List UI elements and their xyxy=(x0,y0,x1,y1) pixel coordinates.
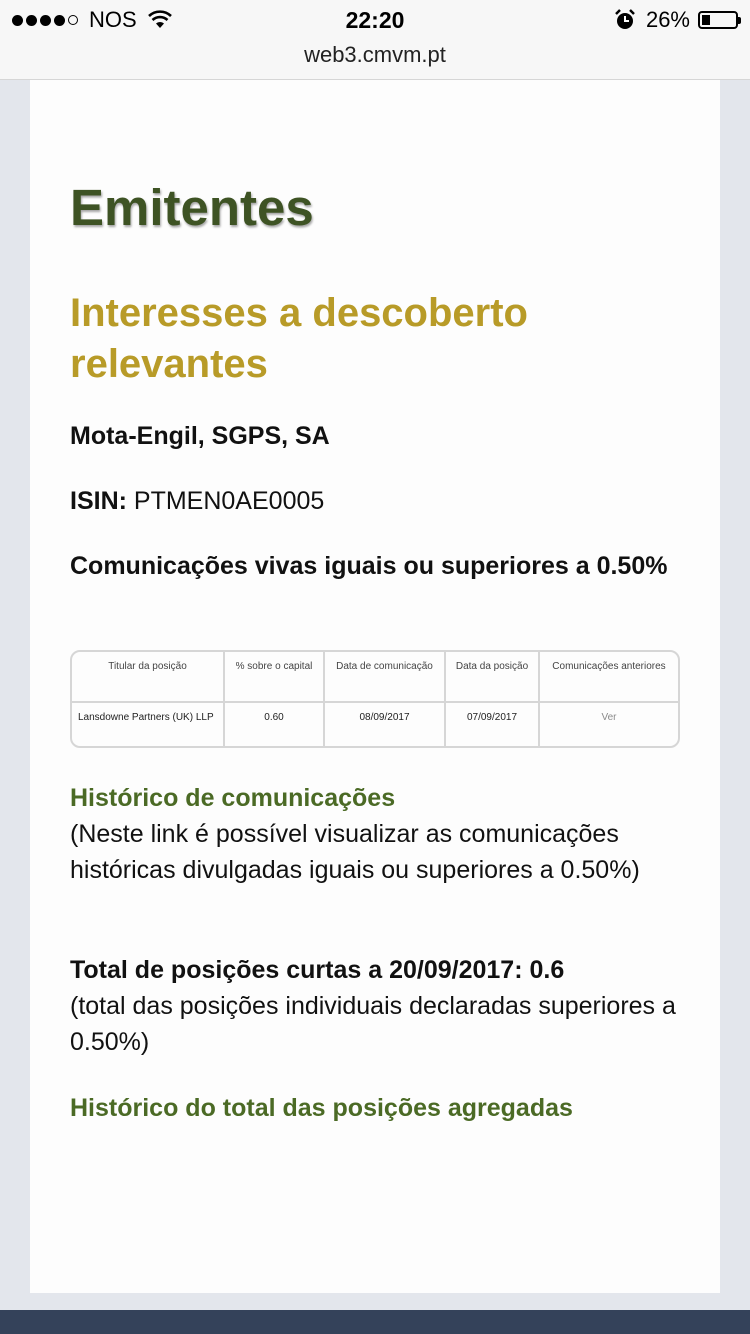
section-title: Emitentes xyxy=(70,179,314,236)
communications-title: Comunicações vivas iguais ou superiores … xyxy=(70,552,668,580)
view-previous-link[interactable]: Ver xyxy=(539,702,678,746)
total-label: Total de posições curtas a 20/09/2017: 0… xyxy=(70,956,565,984)
aggregate-history-link[interactable]: Histórico do total das posições agregada… xyxy=(70,1090,573,1126)
cell-position-date: 07/09/2017 xyxy=(445,702,540,746)
column-header-previous: Comunicações anteriores xyxy=(539,652,678,703)
isin-value: PTMEN0AE0005 xyxy=(133,487,325,515)
page-heading: Interesses a descoberto relevantes xyxy=(70,291,528,386)
column-header-comm-date: Data de comunicação xyxy=(324,652,446,703)
cell-holder: Lansdowne Partners (UK) LLP xyxy=(72,702,225,746)
page-content: Emitentes Interesses a descoberto releva… xyxy=(30,0,720,1334)
table-row: Lansdowne Partners (UK) LLP 0.60 08/09/2… xyxy=(72,702,678,746)
isin-line: ISIN: PTMEN0AE0005 xyxy=(70,483,324,519)
history-description: (Neste link é possível visualizar as com… xyxy=(70,820,640,884)
cell-comm-date: 08/09/2017 xyxy=(324,702,446,746)
bottom-bar xyxy=(0,1310,750,1334)
column-header-percent: % sobre o capital xyxy=(224,652,325,703)
history-link[interactable]: Histórico de comunicações xyxy=(70,780,395,816)
column-header-holder: Titular da posição xyxy=(72,652,225,703)
total-block: Total de posições curtas a 20/09/2017: 0… xyxy=(70,952,680,1060)
positions-table: Titular da posição % sobre o capital Dat… xyxy=(70,650,680,748)
isin-label: ISIN: xyxy=(70,487,127,515)
total-description: (total das posições individuais declarad… xyxy=(70,992,676,1056)
column-header-position-date: Data da posição xyxy=(445,652,540,703)
cell-percent: 0.60 xyxy=(224,702,325,746)
company-name: Mota-Engil, SGPS, SA xyxy=(70,422,330,450)
table-header-row: Titular da posição % sobre o capital Dat… xyxy=(72,652,678,703)
